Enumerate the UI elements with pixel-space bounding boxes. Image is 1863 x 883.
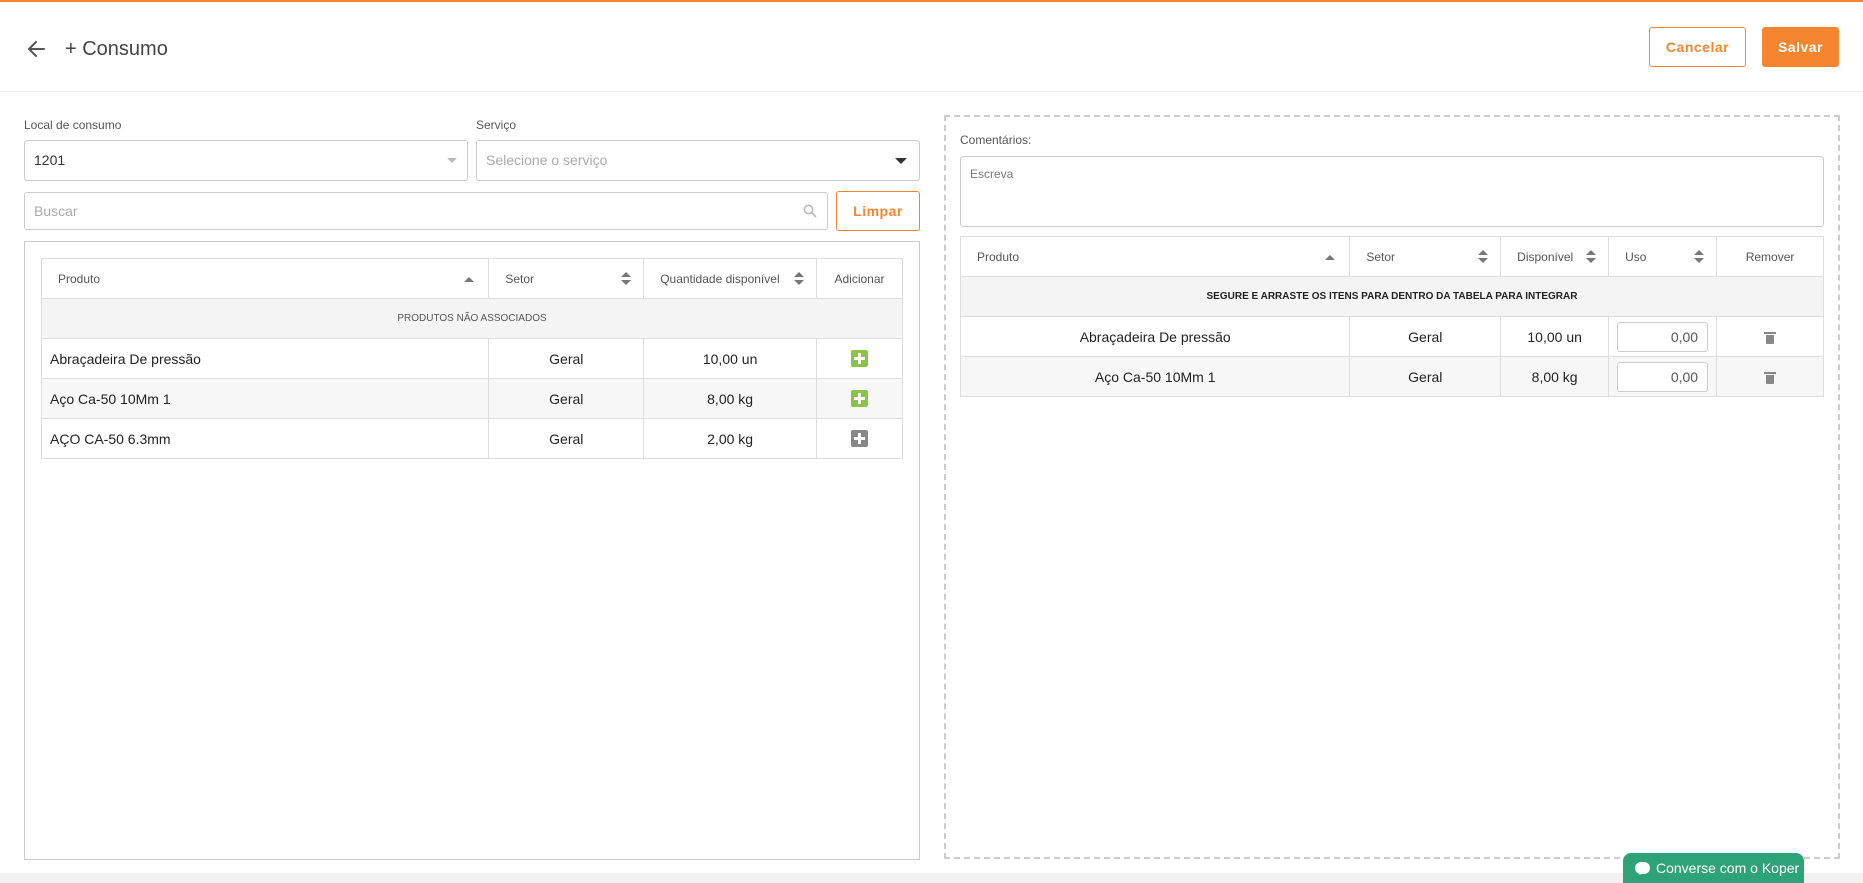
products-table: Produto Setor Quantidade disponível Adic… — [40, 258, 903, 459]
servico-placeholder: Selecione o serviço — [486, 152, 608, 168]
chevron-down-icon — [447, 158, 457, 163]
arrow-left-icon — [28, 41, 45, 57]
use-cell — [1608, 316, 1718, 357]
sort-icon — [1694, 250, 1705, 264]
sort-asc-icon — [1325, 255, 1336, 260]
product-quantity: 2,00 kg — [643, 418, 818, 459]
product-name: Aço Ca-50 10Mm 1 — [959, 356, 1351, 397]
use-quantity-input[interactable] — [1617, 361, 1709, 392]
servico-label: Serviço — [476, 118, 517, 132]
column-header-produto[interactable]: Produto — [40, 258, 490, 299]
cancel-button[interactable]: Cancelar — [1649, 27, 1746, 67]
add-icon[interactable] — [851, 430, 869, 448]
local-consumo-value: 1201 — [34, 152, 66, 168]
use-cell — [1608, 356, 1718, 397]
chat-bubble-icon — [1635, 862, 1650, 875]
table-row[interactable]: Aço Ca-50 10Mm 1 Geral 8,00 kg — [959, 356, 1824, 397]
drag-hint: SEGURE E ARRASTE OS ITENS PARA DENTRO DA… — [960, 276, 1824, 317]
product-sector: Geral — [488, 338, 645, 379]
chat-button[interactable]: Converse com o Koper — [1623, 853, 1804, 883]
local-consumo-select[interactable]: 1201 — [24, 140, 468, 181]
comments-label: Comentários: — [960, 133, 1032, 147]
trash-icon[interactable] — [1764, 371, 1777, 384]
sort-icon — [794, 272, 805, 286]
product-name: Abraçadeira De pressão — [959, 316, 1351, 357]
product-quantity: 10,00 un — [643, 338, 818, 379]
product-name: Abraçadeira De pressão — [40, 338, 490, 379]
search-input[interactable]: Buscar — [24, 192, 828, 230]
products-panel: Produto Setor Quantidade disponível Adic… — [24, 241, 920, 860]
remove-cell — [1716, 356, 1824, 397]
product-sector: Geral — [488, 418, 645, 459]
consumption-table: Produto Setor Disponível Uso Remover SEG… — [959, 236, 1824, 397]
product-quantity: 8,00 kg — [643, 378, 818, 419]
group-header-nao-associados: PRODUTOS NÃO ASSOCIADOS — [41, 298, 903, 339]
page-title: + Consumo — [65, 38, 168, 60]
clear-button[interactable]: Limpar — [836, 191, 920, 231]
product-sector: Geral — [1349, 316, 1502, 357]
column-header-quantidade[interactable]: Quantidade disponível — [643, 258, 818, 299]
add-icon[interactable] — [851, 390, 869, 408]
table-row[interactable]: Abraçadeira De pressão Geral 10,00 un — [40, 338, 903, 379]
local-consumo-label: Local de consumo — [24, 118, 122, 132]
add-cell — [816, 338, 903, 379]
table-row[interactable]: Aço Ca-50 10Mm 1 Geral 8,00 kg — [40, 378, 903, 419]
chat-label: Converse com o Koper — [1656, 860, 1800, 876]
search-icon — [803, 204, 817, 218]
use-quantity-input[interactable] — [1617, 321, 1709, 352]
page-header: + Consumo Cancelar Salvar — [0, 2, 1863, 92]
add-icon[interactable] — [851, 350, 869, 368]
table-row[interactable]: Abraçadeira De pressão Geral 10,00 un — [959, 316, 1824, 357]
column-header-disponivel[interactable]: Disponível — [1500, 236, 1610, 277]
sort-icon — [1478, 250, 1489, 264]
table-row[interactable]: AÇO CA-50 6.3mm Geral 2,00 kg — [40, 418, 903, 459]
save-button[interactable]: Salvar — [1762, 27, 1839, 67]
sort-icon — [621, 272, 632, 286]
column-header-setor[interactable]: Setor — [488, 258, 645, 299]
comments-textarea[interactable] — [960, 156, 1824, 227]
servico-select[interactable]: Selecione o serviço — [476, 140, 920, 181]
chevron-down-icon — [895, 158, 907, 164]
sort-asc-icon — [464, 277, 475, 282]
product-name: Aço Ca-50 10Mm 1 — [40, 378, 490, 419]
add-cell — [816, 378, 903, 419]
product-available: 10,00 un — [1500, 316, 1610, 357]
sort-icon — [1586, 250, 1597, 264]
column-header-uso[interactable]: Uso — [1608, 236, 1718, 277]
product-sector: Geral — [1349, 356, 1502, 397]
bottom-bar — [0, 873, 1863, 883]
trash-icon[interactable] — [1764, 331, 1777, 344]
product-sector: Geral — [488, 378, 645, 419]
column-header-setor[interactable]: Setor — [1349, 236, 1502, 277]
column-header-adicionar: Adicionar — [816, 258, 903, 299]
product-name: AÇO CA-50 6.3mm — [40, 418, 490, 459]
product-available: 8,00 kg — [1500, 356, 1610, 397]
remove-cell — [1716, 316, 1824, 357]
column-header-remover: Remover — [1716, 236, 1824, 277]
column-header-produto[interactable]: Produto — [959, 236, 1351, 277]
back-button[interactable] — [24, 36, 50, 62]
add-cell — [816, 418, 903, 459]
search-placeholder: Buscar — [34, 203, 78, 219]
